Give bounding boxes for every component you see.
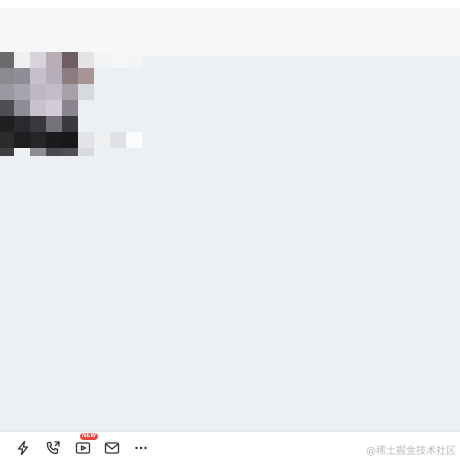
watermark-text: @稀土掘金技术社区 [366,446,456,457]
chat-header [0,8,460,56]
video-icon[interactable]: NEW [74,433,98,457]
phone-transfer-icon[interactable] [44,439,62,457]
new-badge: NEW [80,433,98,440]
more-icon[interactable] [132,439,150,457]
lightning-icon[interactable] [14,439,32,457]
top-gap [0,0,460,8]
pixelated-avatar [0,52,150,160]
mail-icon[interactable] [103,439,121,457]
